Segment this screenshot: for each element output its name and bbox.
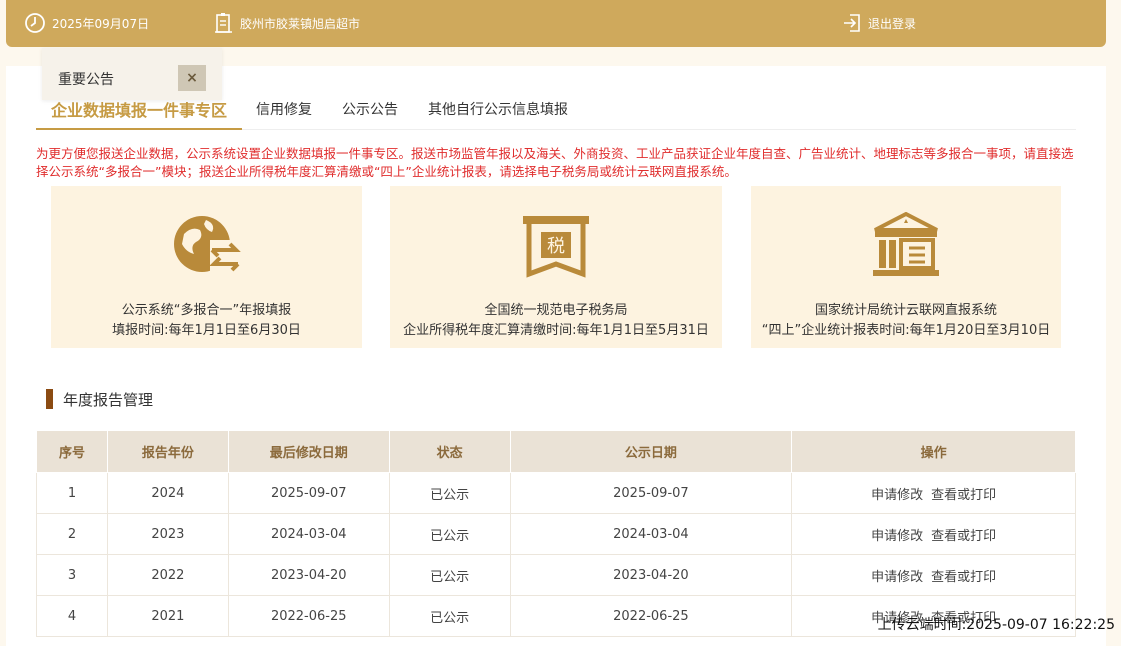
cell-status: 已公示: [389, 513, 511, 555]
cell-status: 已公示: [389, 595, 511, 637]
cell-publish-date: 2024-03-04: [510, 513, 793, 555]
company-display: 胶州市胶莱镇旭启超市: [214, 12, 360, 34]
cell-modified-date: 2025-09-07: [228, 472, 390, 514]
important-notice-popup: 重要公告 ×: [42, 48, 222, 100]
tab-credit-repair[interactable]: 信用修复: [256, 99, 312, 119]
globe-exchange-icon: [173, 216, 242, 274]
header-modified-date: 最后修改日期: [227, 430, 390, 473]
table-header-row: 序号 报告年份 最后修改日期 状态 公示日期 操作: [36, 430, 1076, 473]
cell-index: 1: [36, 472, 108, 514]
filing-description: 为更方便您报送企业数据，公示系统设置企业数据填报一件事专区。报送市场监管年报以及…: [36, 146, 1074, 179]
top-bar: 2025年09月07日 胶州市胶莱镇旭启超市 退出登录: [6, 0, 1106, 47]
cell-status: 已公示: [389, 472, 511, 514]
view-print-link[interactable]: 查看或打印: [931, 570, 996, 585]
card-statistics-time: “四上”企业统计报表时间:每年1月20日至3月10日: [761, 323, 1051, 338]
cell-index: 3: [36, 554, 108, 596]
government-building-icon: [873, 212, 939, 276]
logout-label: 退出登录: [868, 16, 917, 31]
card-e-tax-time: 企业所得税年度汇算清缴时间:每年1月1日至5月31日: [403, 323, 709, 338]
section-marker: [46, 389, 53, 409]
header-status: 状态: [388, 430, 511, 473]
cell-modified-date: 2024-03-04: [228, 513, 390, 555]
logout-icon: [844, 14, 860, 32]
tab-data-filing[interactable]: 企业数据填报一件事专区: [51, 97, 227, 121]
cell-year: 2022: [107, 554, 229, 596]
upload-time-text: 上传云端时间:2025-09-07 16:22:25: [877, 617, 1115, 633]
cell-year: 2021: [107, 595, 229, 637]
card-annual-report-time: 填报时间:每年1月1日至6月30日: [112, 323, 301, 338]
notice-close-button[interactable]: ×: [178, 65, 206, 91]
cell-actions: 申请修改 查看或打印: [791, 472, 1076, 514]
cell-publish-date: 2025-09-07: [510, 472, 793, 514]
view-print-link[interactable]: 查看或打印: [931, 529, 996, 544]
cell-year: 2024: [107, 472, 229, 514]
cell-index: 4: [36, 595, 108, 637]
apply-modify-link[interactable]: 申请修改: [871, 529, 923, 544]
clock-icon: [25, 13, 45, 33]
cell-actions: 申请修改 查看或打印: [791, 554, 1076, 596]
annual-report-table: 序号 报告年份 最后修改日期 状态 公示日期 操作 1 2024 2025-09-0…: [36, 430, 1076, 637]
notice-title: 重要公告: [58, 72, 114, 88]
card-e-tax-title: 全国统一规范电子税务局: [484, 303, 628, 318]
cell-publish-date: 2022-06-25: [510, 595, 793, 637]
section-title-text: 年度报告管理: [63, 390, 154, 409]
tab-bar: 企业数据填报一件事专区 信用修复 公示公告 其他自行公示信息填报: [36, 95, 1076, 130]
cell-year: 2023: [107, 513, 229, 555]
building-icon: [215, 13, 232, 33]
card-statistics-system[interactable]: 国家统计局统计云联网直报系统 “四上”企业统计报表时间:每年1月20日至3月10…: [751, 186, 1061, 348]
card-annual-report-title: 公示系统“多报合一”年报填报: [121, 303, 292, 318]
view-print-link[interactable]: 查看或打印: [931, 488, 996, 503]
date-display: 2025年09月07日: [24, 12, 149, 34]
cell-index: 2: [36, 513, 108, 555]
tab-announcements[interactable]: 公示公告: [342, 99, 398, 119]
cell-publish-date: 2023-04-20: [510, 554, 793, 596]
card-e-tax-bureau[interactable]: 税 全国统一规范电子税务局 企业所得税年度汇算清缴时间:每年1月1日至5月31日: [390, 186, 722, 348]
cell-status: 已公示: [389, 554, 511, 596]
cell-modified-date: 2023-04-20: [228, 554, 390, 596]
table-row: 1 2024 2025-09-07 已公示 2025-09-07 申请修改 查看或打印: [36, 472, 1076, 514]
company-name: 胶州市胶莱镇旭启超市: [240, 16, 361, 31]
tab-other-disclosure[interactable]: 其他自行公示信息填报: [428, 99, 568, 119]
cell-actions: 申请修改 查看或打印: [791, 513, 1076, 555]
svg-text:税: 税: [547, 236, 565, 257]
apply-modify-link[interactable]: 申请修改: [871, 488, 923, 503]
header-actions: 操作: [791, 430, 1076, 473]
table-row: 3 2022 2023-04-20 已公示 2023-04-20 申请修改 查看或打印: [36, 554, 1076, 596]
tax-ribbon-icon: 税: [523, 216, 589, 278]
active-tab-underline: [36, 128, 242, 130]
header-index: 序号: [36, 430, 108, 473]
table-row: 2 2023 2024-03-04 已公示 2024-03-04 申请修改 查看或打印: [36, 513, 1076, 555]
header-publish-date: 公示日期: [509, 430, 793, 473]
card-statistics-title: 国家统计局统计云联网直报系统: [814, 303, 997, 318]
annual-report-section-title: 年度报告管理: [46, 389, 153, 409]
header-year: 报告年份: [106, 430, 229, 473]
apply-modify-link[interactable]: 申请修改: [871, 570, 923, 585]
date-text: 2025年09月07日: [52, 16, 150, 31]
card-annual-report[interactable]: 公示系统“多报合一”年报填报 填报时间:每年1月1日至6月30日: [51, 186, 362, 348]
logout-button[interactable]: 退出登录: [842, 12, 916, 34]
cell-modified-date: 2022-06-25: [228, 595, 390, 637]
